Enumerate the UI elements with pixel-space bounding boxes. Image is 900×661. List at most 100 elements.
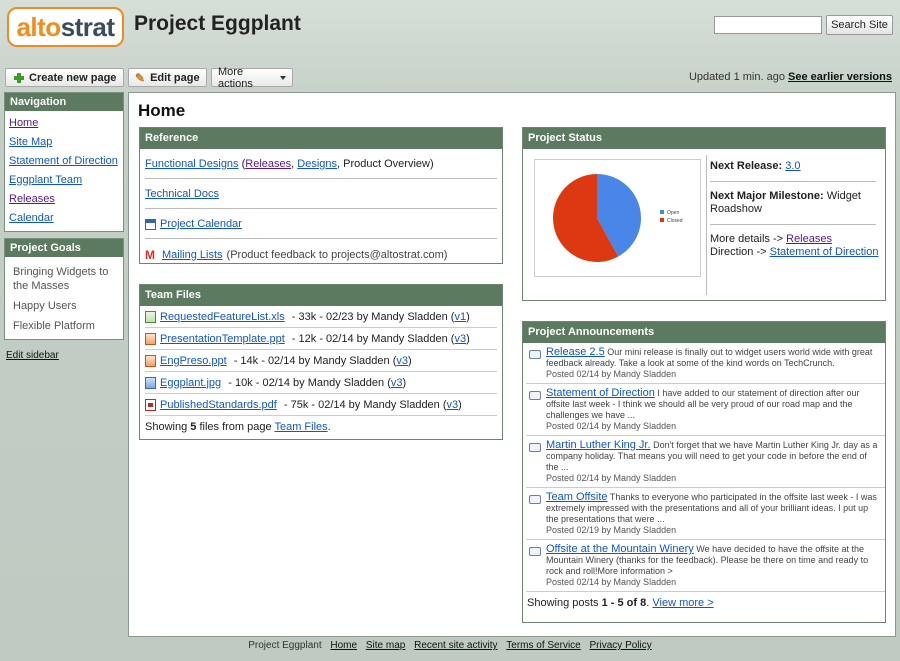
details-releases-link[interactable]: Releases [786, 233, 832, 245]
spreadsheet-file-icon [145, 310, 156, 323]
edit-sidebar-link[interactable]: Edit sidebar [6, 350, 59, 361]
nav-item-eggplant-team[interactable]: Eggplant Team [9, 174, 82, 186]
comment-icon [529, 391, 541, 400]
technical-docs-link[interactable]: Technical Docs [145, 188, 219, 200]
site-logo[interactable]: alto strat [7, 7, 124, 47]
site-title: Project Eggplant [134, 12, 301, 35]
team-files-link[interactable]: Team Files [274, 421, 327, 433]
goal-item: Happy Users [13, 300, 77, 312]
status-rule [710, 181, 876, 182]
project-goals-title: Project Goals [5, 239, 123, 257]
file-link[interactable]: PublishedStandards.pdf [160, 399, 277, 411]
plus-icon [14, 72, 24, 83]
logo-text-alto: alto [16, 11, 61, 42]
summary-range: 1 - 5 [601, 597, 624, 609]
file-version-link[interactable]: v1 [454, 311, 466, 323]
footer-link-privacy[interactable]: Privacy Policy [590, 640, 652, 651]
search-button[interactable]: Search Site [826, 15, 893, 35]
nav-item-statement-of-direction[interactable]: Statement of Direction [9, 155, 118, 167]
footer-link-recent-activity[interactable]: Recent site activity [414, 640, 497, 651]
image-file-icon [145, 376, 156, 389]
nav-item-releases[interactable]: Releases [9, 193, 55, 205]
footer-link-site-map[interactable]: Site map [366, 640, 405, 651]
direction-link[interactable]: Statement of Direction [770, 246, 879, 258]
navigation-title: Navigation [5, 93, 123, 111]
footer-link-terms[interactable]: Terms of Service [506, 640, 580, 651]
announcement-meta: Posted 02/14 by Mandy Sladden [546, 369, 677, 379]
announcement-title-link[interactable]: Offsite at the Mountain Winery [546, 543, 694, 555]
file-meta-text: - 12k - 02/14 by Mandy Sladden ( [288, 332, 455, 345]
announcement-title-link[interactable]: Release 2.5 [546, 346, 605, 358]
announcements-title: Project Announcements [523, 322, 885, 343]
functional-designs-link[interactable]: Functional Designs [145, 158, 239, 170]
goals-list: Bringing Widgets to the Masses Happy Use… [5, 257, 123, 347]
file-meta: - 33k - 02/23 by Mandy Sladden (v1) [288, 310, 470, 323]
file-link[interactable]: EngPreso.ppt [160, 355, 227, 367]
comment-icon [529, 495, 541, 504]
file-version-link[interactable]: v3 [447, 399, 459, 411]
reference-row-calendar: Project Calendar [145, 209, 497, 239]
file-row: RequestedFeatureList.xls - 33k - 02/23 b… [145, 306, 497, 328]
navigation-box: Navigation Home Site Map Statement of Di… [4, 92, 124, 232]
create-page-label: Create new page [29, 71, 117, 84]
mailing-lists-link[interactable]: Mailing Lists [162, 249, 223, 261]
summary-text: . [646, 597, 650, 609]
logo-text-strat: strat [60, 11, 115, 42]
reference-row-designs: Functional Designs ( Releases , Designs … [145, 149, 497, 179]
nav-list: Home Site Map Statement of Direction Egg… [5, 111, 123, 233]
create-page-button[interactable]: Create new page [5, 68, 124, 87]
calendar-icon [145, 218, 156, 230]
nav-item-calendar[interactable]: Calendar [9, 212, 54, 224]
goal-item: Bringing Widgets to the Masses [13, 266, 109, 292]
file-row: EngPreso.ppt - 14k - 02/14 by Mandy Slad… [145, 350, 497, 372]
next-release: Next Release: 3.0 [710, 160, 880, 173]
edit-page-button[interactable]: ✎ Edit page [128, 68, 207, 87]
announcement-item: Martin Luther King Jr. Don't forget that… [526, 436, 885, 488]
project-goals-box: Project Goals Bringing Widgets to the Ma… [4, 238, 124, 340]
announcement-title-link[interactable]: Statement of Direction [546, 387, 655, 399]
summary-text: . [327, 421, 331, 433]
announcement-item: Statement of Direction I have added to o… [526, 384, 885, 436]
presentation-file-icon [145, 332, 156, 345]
designs-link[interactable]: Designs [297, 158, 337, 170]
search-input[interactable] [714, 16, 822, 34]
file-meta-text: - 33k - 02/23 by Mandy Sladden ( [288, 310, 455, 323]
file-link[interactable]: RequestedFeatureList.xls [160, 311, 285, 323]
releases-link[interactable]: Releases [245, 158, 291, 170]
pencil-icon: ✎ [135, 70, 146, 85]
view-more-link[interactable]: View more > [652, 597, 713, 609]
milestone-label: Next Major Milestone: [710, 190, 824, 202]
more-actions-dropdown[interactable]: More actions [211, 66, 293, 90]
direction-text: Direction -> [710, 246, 767, 258]
file-version-link[interactable]: v3 [396, 355, 408, 367]
edit-page-label: Edit page [150, 71, 200, 84]
files-summary: Showing 5 files from page Team Files. [145, 421, 497, 433]
file-version-link[interactable]: v3 [391, 377, 403, 389]
announcements-gadget: Project Announcements Release 2.5 Our mi… [522, 321, 886, 623]
footer-site-name: Project Eggplant [248, 640, 322, 651]
nav-item-home[interactable]: Home [9, 117, 38, 129]
next-milestone: Next Major Milestone: Widget Roadshow [710, 190, 880, 216]
announcement-title-link[interactable]: Team Offsite [546, 491, 608, 503]
file-link[interactable]: Eggplant.jpg [160, 377, 221, 389]
file-row: Eggplant.jpg - 10k - 02/14 by Mandy Slad… [145, 372, 497, 394]
presentation-file-icon [145, 354, 156, 367]
file-version-link[interactable]: v3 [454, 333, 466, 345]
summary-text: Showing posts [527, 597, 602, 609]
file-row: PresentationTemplate.ppt - 12k - 02/14 b… [145, 328, 497, 350]
status-rule [710, 224, 876, 225]
legend-swatch-open [660, 210, 664, 214]
updated-text: Updated 1 min. ago [688, 71, 785, 83]
main-content: Home Reference Functional Designs ( Rele… [128, 92, 896, 637]
next-release-link[interactable]: 3.0 [785, 160, 800, 172]
mail-icon: M [145, 247, 155, 262]
announcement-item: Offsite at the Mountain Winery We have d… [526, 540, 885, 592]
announcement-meta: Posted 02/14 by Mandy Sladden [546, 421, 677, 431]
project-calendar-link[interactable]: Project Calendar [160, 218, 242, 230]
announcement-meta: Posted 02/19 by Mandy Sladden [546, 525, 677, 535]
file-link[interactable]: PresentationTemplate.ppt [160, 333, 285, 345]
earlier-versions-link[interactable]: See earlier versions [788, 71, 892, 83]
footer-link-home[interactable]: Home [330, 640, 357, 651]
announcement-title-link[interactable]: Martin Luther King Jr. [546, 439, 651, 451]
nav-item-site-map[interactable]: Site Map [9, 136, 52, 148]
